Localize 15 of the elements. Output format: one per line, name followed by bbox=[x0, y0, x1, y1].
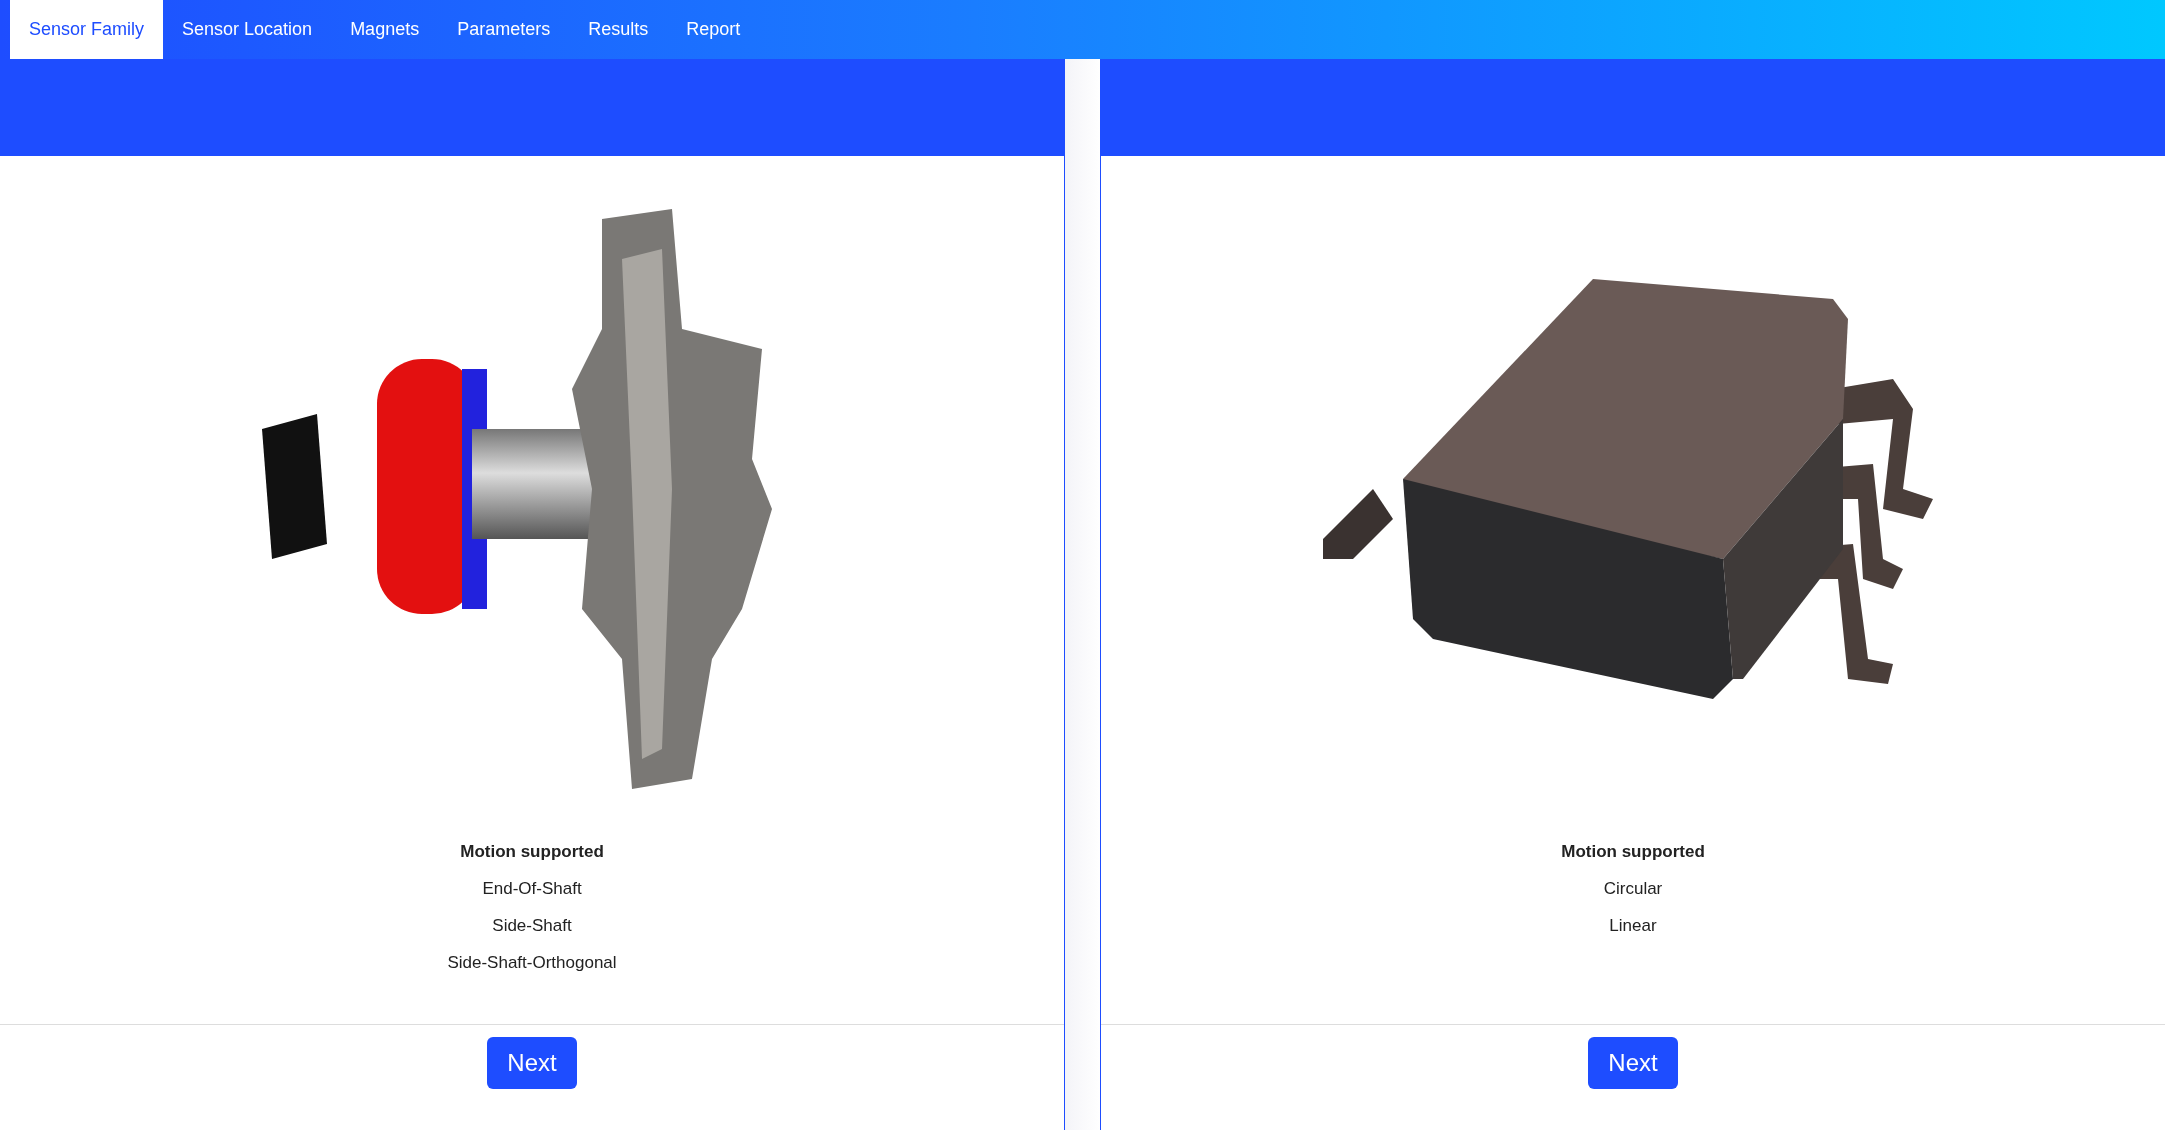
nav-tab[interactable]: Results bbox=[569, 0, 668, 59]
nav-tab[interactable]: Sensor Family bbox=[10, 0, 164, 59]
motion-item: End-Of-Shaft bbox=[482, 878, 582, 900]
motion-heading: Motion supported bbox=[460, 841, 604, 863]
nav-tab[interactable]: Report bbox=[667, 0, 760, 59]
motion-heading: Motion supported bbox=[1561, 841, 1705, 863]
next-button[interactable]: Next bbox=[487, 1037, 577, 1089]
motion-item: Side-Shaft bbox=[492, 915, 572, 937]
next-button[interactable]: Next bbox=[1588, 1037, 1678, 1089]
motion-item: Linear bbox=[1609, 915, 1657, 937]
nav-tab[interactable]: Magnets bbox=[331, 0, 439, 59]
nav-tab[interactable]: Parameters bbox=[438, 0, 570, 59]
motion-item: Side-Shaft-Orthogonal bbox=[447, 952, 617, 974]
motion-item: Circular bbox=[1603, 878, 1663, 900]
nav-tab[interactable]: Sensor Location bbox=[163, 0, 332, 59]
